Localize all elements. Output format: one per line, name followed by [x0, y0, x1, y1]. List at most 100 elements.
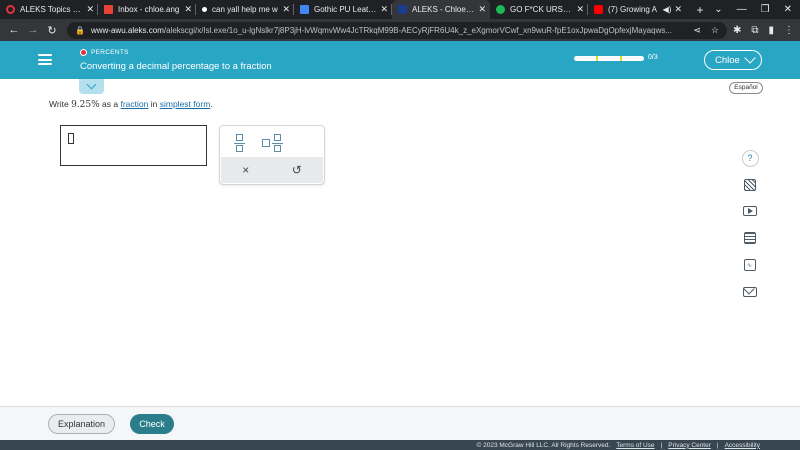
- browser-tab[interactable]: (7) Growing A ◀) ✕: [588, 0, 686, 19]
- tab-title: (7) Growing A: [608, 5, 657, 14]
- close-tab-icon[interactable]: ✕: [380, 4, 388, 15]
- chevron-down-icon: [86, 79, 97, 90]
- new-tab-button[interactable]: +: [690, 3, 710, 17]
- fraction-link[interactable]: fraction: [120, 99, 148, 109]
- calculator-button[interactable]: [736, 228, 764, 248]
- copyright-text: © 2023 McGraw Hill LLC. All Rights Reser…: [476, 441, 611, 449]
- collapse-header-button[interactable]: [79, 79, 104, 94]
- address-bar[interactable]: 🔒 www-awu.aleks.com/alekscgi/x/Isl.exe/1…: [67, 21, 727, 39]
- tab-title: can yall help me w: [212, 5, 278, 14]
- question-suffix: .: [210, 99, 213, 109]
- browser-tab[interactable]: GO F*CK URSELF ✕: [490, 0, 588, 19]
- topic-status-icon: [80, 49, 87, 56]
- question-prefix: Write: [49, 99, 69, 109]
- calculator-icon: [744, 232, 756, 244]
- sidebar-icon[interactable]: ▮: [768, 25, 774, 36]
- tab-title: Gothic PU Leather: [314, 5, 378, 14]
- maximize-icon[interactable]: ❐: [761, 4, 770, 15]
- topic-category-label: PERCENTS: [91, 49, 129, 56]
- separator: |: [660, 441, 663, 449]
- tab-title: ALEKS Topics 3/2: [20, 5, 84, 14]
- tab-title: GO F*CK URSELF: [510, 5, 574, 14]
- gmail-favicon-icon: [104, 5, 113, 14]
- worksheet-button[interactable]: [736, 175, 764, 195]
- close-tab-icon[interactable]: ✕: [86, 4, 94, 15]
- explanation-button[interactable]: Explanation: [48, 414, 115, 434]
- user-menu-button[interactable]: Chloe: [704, 50, 762, 70]
- input-cursor: [68, 133, 74, 144]
- browser-tab[interactable]: Inbox - chloe.ang ✕: [98, 0, 196, 19]
- chevron-down-icon: [744, 52, 756, 64]
- question-number: 9.25%: [71, 100, 100, 110]
- topic-title: Converting a decimal percentage to a fra…: [80, 61, 272, 72]
- lock-icon[interactable]: 🔒: [75, 26, 85, 35]
- help-icon: ?: [741, 149, 759, 167]
- video-icon: [743, 206, 757, 216]
- close-window-icon[interactable]: ✕: [784, 4, 792, 15]
- browser-tab[interactable]: ALEKS Topics 3/2 ✕: [0, 0, 98, 19]
- site-favicon-icon: [202, 7, 207, 12]
- fraction-button[interactable]: [233, 134, 247, 152]
- undo-button[interactable]: ↺: [292, 163, 302, 177]
- url-domain: www-awu.aleks.com: [90, 25, 164, 35]
- worksheet-icon: [744, 179, 756, 191]
- browser-tab-strip: ALEKS Topics 3/2 ✕ Inbox - chloe.ang ✕ c…: [0, 0, 800, 19]
- question-text: Write 9.25% as a fraction in simplest fo…: [49, 99, 213, 110]
- aleks-header: PERCENTS Converting a decimal percentage…: [0, 41, 800, 79]
- browser-tab-active[interactable]: ALEKS - Chloe An ✕: [392, 0, 490, 19]
- mixed-number-button[interactable]: [262, 134, 284, 152]
- privacy-link[interactable]: Privacy Center: [668, 442, 711, 449]
- close-tab-icon[interactable]: ✕: [576, 4, 584, 15]
- browser-tab[interactable]: Gothic PU Leather ✕: [294, 0, 392, 19]
- mail-icon: [743, 283, 757, 297]
- copyright-bar: © 2023 McGraw Hill LLC. All Rights Reser…: [0, 440, 800, 450]
- aleks-favicon-icon: [6, 5, 15, 14]
- user-name: Chloe: [715, 54, 740, 66]
- browser-toolbar: ← → ↻ 🔒 www-awu.aleks.com/alekscgi/x/Isl…: [0, 19, 800, 41]
- minimize-icon[interactable]: —: [737, 4, 747, 15]
- graph-icon: ∿: [744, 259, 756, 271]
- youtube-favicon-icon: [594, 5, 603, 14]
- close-tab-icon[interactable]: ✕: [282, 4, 290, 15]
- separator: |: [716, 441, 719, 449]
- reload-icon[interactable]: ↻: [44, 24, 60, 37]
- close-tab-icon[interactable]: ✕: [478, 4, 486, 15]
- extensions-puzzle-icon[interactable]: ⧉: [751, 25, 758, 36]
- progress-text: 0/3: [648, 54, 658, 61]
- language-button[interactable]: Español: [729, 82, 763, 94]
- share-icon[interactable]: ⋖: [693, 25, 701, 36]
- help-button[interactable]: ?: [736, 148, 764, 168]
- url-path: /alekscgi/x/Isl.exe/1o_u-lgNslkr7j8P3jH-…: [163, 25, 673, 35]
- footer-actions: Explanation Check: [0, 406, 800, 440]
- terms-link[interactable]: Terms of Use: [616, 442, 654, 449]
- keypad-actions: × ↺: [221, 157, 323, 183]
- speaker-icon[interactable]: ◀): [663, 5, 672, 14]
- hamburger-menu-icon[interactable]: [38, 54, 52, 65]
- menu-dots-icon[interactable]: ⋮: [784, 25, 794, 36]
- question-middle: as a: [102, 99, 119, 109]
- spotify-favicon-icon: [496, 5, 505, 14]
- simplest-form-link[interactable]: simplest form: [160, 99, 211, 109]
- bookmark-star-icon[interactable]: ☆: [711, 25, 719, 36]
- chevron-down-icon[interactable]: ⌄: [714, 4, 722, 15]
- progress-bar: [574, 56, 644, 61]
- back-icon[interactable]: ←: [6, 24, 22, 36]
- forward-icon[interactable]: →: [25, 24, 41, 36]
- math-keypad: × ↺: [219, 125, 325, 185]
- accessibility-link[interactable]: Accessibility: [725, 442, 760, 449]
- aleks-favicon-icon: [398, 5, 407, 14]
- question-in: in: [150, 99, 158, 109]
- message-button[interactable]: [736, 282, 764, 302]
- answer-input[interactable]: [60, 125, 207, 166]
- video-button[interactable]: [736, 201, 764, 221]
- clear-button[interactable]: ×: [242, 163, 249, 177]
- docs-favicon-icon: [300, 5, 309, 14]
- tab-title: ALEKS - Chloe An: [412, 5, 476, 14]
- check-button[interactable]: Check: [130, 414, 174, 434]
- graph-button[interactable]: ∿: [736, 255, 764, 275]
- extension-icon[interactable]: ✱: [733, 25, 741, 36]
- tab-title: Inbox - chloe.ang: [118, 5, 180, 14]
- close-tab-icon[interactable]: ✕: [674, 4, 682, 15]
- browser-tab[interactable]: can yall help me w ✕: [196, 0, 294, 19]
- close-tab-icon[interactable]: ✕: [184, 4, 192, 15]
